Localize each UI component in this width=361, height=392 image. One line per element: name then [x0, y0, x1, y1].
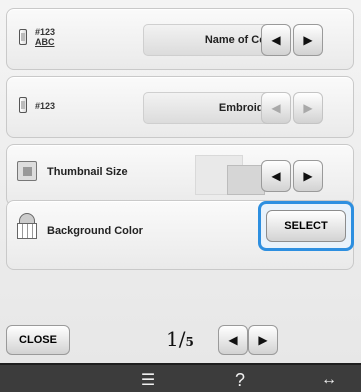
right-arrow-icon: ▶: [303, 101, 313, 115]
background-color-label: Background Color: [47, 225, 143, 237]
bottom-toolbar: ☰ ? ↔: [0, 363, 361, 392]
color-code-number: #123: [35, 27, 56, 37]
thread-brand-prev-button[interactable]: ◀: [261, 92, 291, 124]
toolbar-help-icon[interactable]: ?: [226, 368, 254, 392]
thread-code: #123: [35, 101, 56, 111]
thumbnail-size-preview: [195, 155, 271, 195]
background-color-icon: [17, 213, 37, 239]
color-name-next-button[interactable]: ▶: [293, 24, 323, 56]
color-code-abc: ABC: [35, 37, 55, 47]
page-prev-button[interactable]: ◀: [218, 325, 248, 355]
left-arrow-icon: ◀: [271, 169, 281, 183]
thread-spool-icon: [19, 29, 27, 45]
thumbnail-size-setting-row: Thumbnail Size ◀ ▶: [6, 144, 354, 206]
background-color-select-button[interactable]: SELECT: [266, 210, 346, 242]
left-arrow-icon: ◀: [228, 333, 238, 347]
background-color-select-highlight: SELECT: [258, 201, 354, 251]
thread-brand-setting-row: #123 Embroidery ◀ ▶: [6, 76, 354, 138]
right-arrow-icon: ▶: [303, 33, 313, 47]
right-arrow-icon: ▶: [303, 169, 313, 183]
thumbnail-next-button[interactable]: ▶: [293, 160, 323, 192]
page-total: 5: [185, 335, 194, 349]
toolbar-settings-icon[interactable]: ☰: [136, 368, 160, 392]
page-indicator: 1/5: [166, 327, 194, 351]
thread-brand-next-button[interactable]: ▶: [293, 92, 323, 124]
color-name-prev-button[interactable]: ◀: [261, 24, 291, 56]
toolbar-resize-icon[interactable]: ↔: [314, 368, 344, 392]
color-code-display: #123 ABC: [35, 27, 55, 47]
left-arrow-icon: ◀: [271, 101, 281, 115]
right-arrow-icon: ▶: [258, 333, 268, 347]
settings-screen: #123 ABC Name of Color ◀ ▶ #123 Embroide…: [0, 0, 361, 392]
thumbnail-prev-button[interactable]: ◀: [261, 160, 291, 192]
close-button[interactable]: CLOSE: [6, 325, 70, 355]
thumbnail-icon: [17, 161, 37, 181]
page-current: 1: [166, 327, 179, 351]
page-next-button[interactable]: ▶: [248, 325, 278, 355]
thread-spool-icon: [19, 97, 27, 113]
thumbnail-size-label: Thumbnail Size: [47, 166, 128, 178]
left-arrow-icon: ◀: [271, 33, 281, 47]
color-name-setting-row: #123 ABC Name of Color ◀ ▶: [6, 8, 354, 70]
